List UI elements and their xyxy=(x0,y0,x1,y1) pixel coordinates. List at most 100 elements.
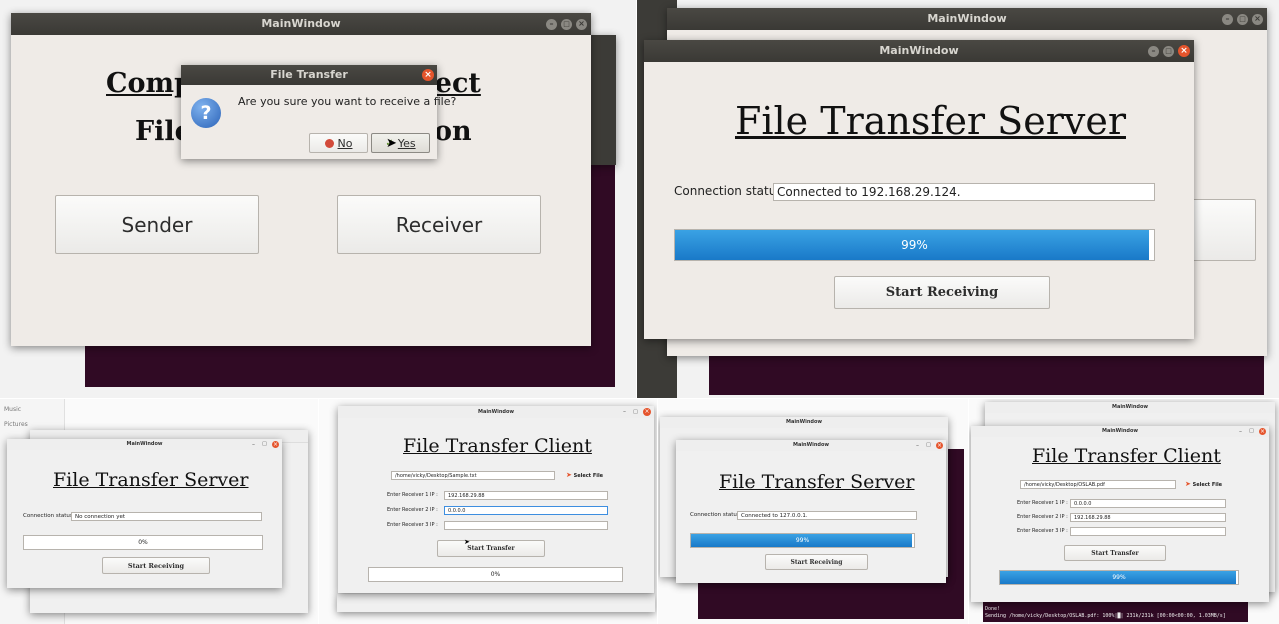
select-file-button[interactable]: ➤ Select File xyxy=(566,471,603,479)
receiver-3-ip-label: Enter Receiver 3 IP : xyxy=(387,522,438,528)
window-body: File Transfer Client /home/vicky/Desktop… xyxy=(338,418,654,593)
receiver-2-ip-label: Enter Receiver 2 IP : xyxy=(1017,514,1068,520)
close-icon[interactable]: × xyxy=(576,18,587,30)
minimize-icon[interactable]: – xyxy=(546,18,557,30)
main-window: MainWindow – □ × Comp ject File on Sende… xyxy=(11,13,591,346)
receiver-2-ip-input[interactable]: 0.0.0.0 xyxy=(444,506,608,515)
select-file-button[interactable]: ➤ Select File xyxy=(1185,480,1222,488)
window-title: MainWindow xyxy=(792,442,830,448)
receiver-1-ip-label: Enter Receiver 1 IP : xyxy=(1017,500,1068,506)
progress-label: 99% xyxy=(795,537,810,544)
titlebar: MainWindow xyxy=(11,13,591,35)
receive-progress-bar: 0% xyxy=(23,535,263,550)
start-receiving-button[interactable]: Start Receiving xyxy=(834,276,1050,309)
terminal-line-1: Done! xyxy=(985,606,1001,612)
select-file-label: Select File xyxy=(573,473,604,479)
maximize-icon[interactable]: □ xyxy=(632,409,639,416)
dialog-title: File Transfer xyxy=(270,68,348,81)
window-title: MainWindow xyxy=(126,441,163,447)
receiver-3-ip-input[interactable] xyxy=(1070,527,1226,536)
close-icon[interactable]: × xyxy=(422,69,434,81)
panel-client-oslab: Done! Sending /home/vicky/Desktop/OSLAB.… xyxy=(969,399,1279,624)
panel-server-receiving: MainWindow – □ × MainWindow – □ × File T… xyxy=(637,0,1279,398)
no-icon xyxy=(324,138,334,148)
yes-button[interactable]: ✓ Yes xyxy=(371,133,430,153)
page-title: File Transfer Server xyxy=(735,99,1126,143)
client-window: MainWindow – □ × File Transfer Client /h… xyxy=(338,406,654,593)
maximize-icon[interactable]: □ xyxy=(1248,428,1255,435)
maximize-icon[interactable]: □ xyxy=(1237,13,1248,25)
connection-status-field: Connected to 192.168.29.124. xyxy=(773,183,1155,201)
close-icon[interactable]: × xyxy=(643,408,651,416)
dialog-body: ? Are you sure you want to receive a fil… xyxy=(181,85,456,159)
mouse-cursor-icon: ➤ xyxy=(464,538,470,546)
receiver-1-ip-input[interactable]: 192.168.29.88 xyxy=(444,491,608,500)
window-controls: – □ × xyxy=(1222,8,1263,30)
window-title: MainWindow xyxy=(1111,404,1149,410)
progress-label: 0% xyxy=(138,539,148,546)
mouse-cursor-icon: ➤ xyxy=(386,136,397,151)
minimize-icon[interactable]: – xyxy=(1237,428,1244,435)
receiver-1-ip-input[interactable]: 0.0.0.0 xyxy=(1070,499,1226,508)
sidebar-item-pictures: Pictures xyxy=(4,421,28,428)
start-receiving-button[interactable]: Start Receiving xyxy=(765,554,868,570)
subtitle-right: on xyxy=(434,116,472,147)
page-title: File Transfer Client xyxy=(1032,445,1221,467)
window-title: MainWindow xyxy=(927,12,1007,25)
close-icon[interactable]: × xyxy=(1252,13,1263,25)
client-window: MainWindow – □ × File Transfer Client /h… xyxy=(971,426,1269,602)
start-transfer-button[interactable]: Start Transfer xyxy=(437,540,545,557)
receiver-3-ip-label: Enter Receiver 3 IP : xyxy=(1017,528,1068,534)
arrow-right-icon: ➤ xyxy=(566,471,572,479)
maximize-icon[interactable]: □ xyxy=(561,18,572,30)
window-title: MainWindow xyxy=(261,17,341,30)
connection-status-label: Connection status : xyxy=(690,512,744,518)
window-body: File Transfer Server Connection status :… xyxy=(676,451,946,583)
close-icon[interactable]: × xyxy=(936,442,943,449)
close-icon[interactable]: × xyxy=(1259,428,1266,435)
titlebar: MainWindow xyxy=(667,8,1267,30)
connection-status-field: Connected to 127.0.0.1. xyxy=(737,511,917,520)
progress-label: 0% xyxy=(490,571,501,578)
transfer-progress-bar: 99% xyxy=(999,570,1239,585)
panel-client-sample: MainWindow – □ × File Transfer Client /h… xyxy=(319,399,657,624)
terminal-line-2: Sending /home/vicky/Desktop/OSLAB.pdf: 1… xyxy=(985,613,1226,619)
start-transfer-button[interactable]: Start Transfer xyxy=(1064,545,1166,561)
window-title: MainWindow xyxy=(1101,428,1139,434)
page-title: File Transfer Server xyxy=(53,469,249,491)
maximize-icon[interactable]: □ xyxy=(1163,45,1174,57)
panel-server-localhost: MainWindow MainWindow – □ × File Transfe… xyxy=(658,399,968,624)
window-title: MainWindow xyxy=(477,409,515,415)
receiver-1-ip-label: Enter Receiver 1 IP : xyxy=(387,492,438,498)
minimize-icon[interactable]: – xyxy=(1148,45,1159,57)
sender-button[interactable]: Sender xyxy=(55,195,259,254)
close-icon[interactable]: × xyxy=(1178,45,1190,57)
window-controls: – □ × xyxy=(914,440,943,451)
dialog-controls: × xyxy=(422,65,434,85)
window-body: File Transfer Server Connection status :… xyxy=(7,450,282,588)
arrow-right-icon: ➤ xyxy=(1185,480,1191,488)
maximize-icon[interactable]: □ xyxy=(925,442,932,449)
receiver-3-ip-input[interactable] xyxy=(444,521,608,530)
sidebar-item-music: Music xyxy=(4,406,22,413)
maximize-icon[interactable]: □ xyxy=(261,441,268,448)
minimize-icon[interactable]: – xyxy=(621,409,628,416)
progress-label: 99% xyxy=(901,238,928,252)
minimize-icon[interactable]: – xyxy=(250,441,257,448)
receiver-button[interactable]: Receiver xyxy=(337,195,541,254)
close-icon[interactable]: × xyxy=(272,441,279,448)
file-path-field: /home/vicky/Desktop/OSLAB.pdf xyxy=(1020,480,1176,489)
no-button[interactable]: No xyxy=(309,133,368,153)
window-title: MainWindow xyxy=(785,419,823,425)
transfer-progress-bar: 0% xyxy=(368,567,623,582)
yes-label: Yes xyxy=(397,136,416,150)
connection-status-field: No connection yet xyxy=(71,512,262,521)
minimize-icon[interactable]: – xyxy=(914,442,921,449)
question-icon: ? xyxy=(191,98,221,128)
server-window: MainWindow – □ × File Transfer Server Co… xyxy=(644,40,1194,339)
start-receiving-button[interactable]: Start Receiving xyxy=(102,557,210,574)
minimize-icon[interactable]: – xyxy=(1222,13,1233,25)
file-path-field: /home/vicky/Desktop/Sample.txt xyxy=(391,471,555,480)
receiver-2-ip-input[interactable]: 192.168.29.88 xyxy=(1070,513,1226,522)
receiver-2-ip-label: Enter Receiver 2 IP : xyxy=(387,507,438,513)
